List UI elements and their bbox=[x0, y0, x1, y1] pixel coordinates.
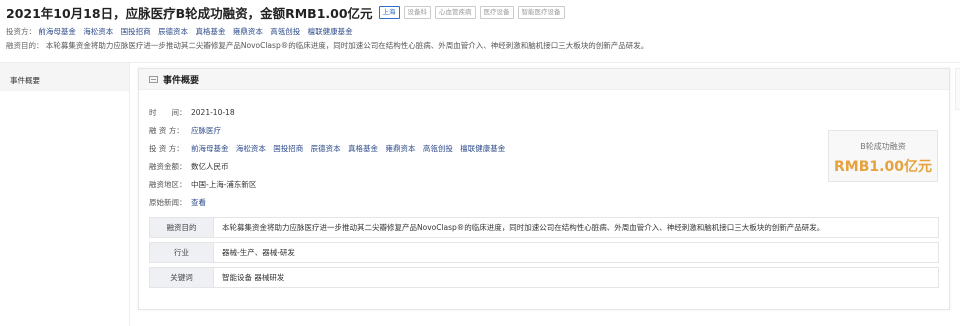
investors-line: 投资方： 前海母基金 海松资本 国投招商 辰德资本 真格基金 雍鼎资本 高瓴创投… bbox=[6, 26, 954, 37]
sidebar: 事件概要 bbox=[0, 63, 130, 326]
table-key: 融资目的 bbox=[150, 218, 214, 237]
detail-row-amount: 融资金额： 数亿人民币 bbox=[149, 157, 510, 175]
card-header: 事件概要 bbox=[139, 69, 949, 90]
purpose-label: 融资目的： bbox=[6, 41, 44, 50]
investor-link[interactable]: 海松资本 bbox=[236, 144, 266, 153]
detail-row-financing-party: 融 资 方： 应脉医疗 bbox=[149, 121, 510, 139]
financing-party-link[interactable]: 应脉医疗 bbox=[191, 125, 221, 136]
tag-industry[interactable]: 医疗设备 bbox=[479, 5, 514, 19]
round-label: B轮成功融资 bbox=[860, 142, 906, 151]
table-row: 关键词 智能设备 器械研发 bbox=[149, 267, 939, 288]
investor-list: 前海母基金 海松资本 国投招商 辰德资本 真格基金 雍鼎资本 高瓴创投 檀联健康… bbox=[191, 143, 510, 154]
detail-row-investors: 投 资 方： 前海母基金 海松资本 国投招商 辰德资本 真格基金 雍鼎资本 高瓴… bbox=[149, 139, 510, 157]
investor-link[interactable]: 辰德资本 bbox=[158, 27, 188, 36]
page-title: 2021年10月18日，应脉医疗B轮成功融资，金额RMB1.00亿元 bbox=[6, 5, 373, 21]
purpose-line: 融资目的： 本轮募集资金将助力应脉医疗进一步推动其二尖瓣修复产品NovoClas… bbox=[6, 40, 954, 51]
investor-link[interactable]: 雍鼎资本 bbox=[233, 27, 263, 36]
card-title: 事件概要 bbox=[163, 75, 200, 86]
investor-link[interactable]: 檀联健康基金 bbox=[460, 144, 505, 153]
investor-link[interactable]: 前海母基金 bbox=[38, 27, 76, 36]
investor-link[interactable]: 国投招商 bbox=[121, 27, 151, 36]
news-view-link[interactable]: 查看 bbox=[191, 197, 206, 208]
investor-link[interactable]: 辰德资本 bbox=[311, 144, 341, 153]
table-row: 行业 器械-生产、器械-研发 bbox=[149, 242, 939, 263]
investor-link[interactable]: 真格基金 bbox=[195, 27, 225, 36]
event-summary-card: 事件概要 时 间： 2021-10-18 融 资 方： 应脉医疗 投 资 方： … bbox=[138, 68, 950, 310]
detail-row-region: 融资地区： 中国-上海-浦东新区 bbox=[149, 175, 510, 193]
table-row: 融资目的 本轮募集资金将助力应脉医疗进一步推动其二尖瓣修复产品NovoClasp… bbox=[149, 217, 939, 238]
event-header: 2021年10月18日，应脉医疗B轮成功融资，金额RMB1.00亿元 上海 设备… bbox=[6, 4, 954, 51]
event-attributes-table: 融资目的 本轮募集资金将助力应脉医疗进一步推动其二尖瓣修复产品NovoClasp… bbox=[149, 217, 939, 292]
investor-link[interactable]: 高瓴创投 bbox=[270, 27, 300, 36]
time-label: 时 间： bbox=[149, 107, 187, 117]
detail-row-news: 原始新闻： 查看 bbox=[149, 193, 510, 211]
news-label: 原始新闻： bbox=[149, 197, 187, 207]
investors-label: 投资方： bbox=[6, 27, 36, 36]
investor-link[interactable]: 檀联健康基金 bbox=[308, 27, 353, 36]
detail-row-time: 时 间： 2021-10-18 bbox=[149, 103, 510, 121]
region-value: 中国-上海-浦东新区 bbox=[191, 179, 257, 189]
investor-link[interactable]: 高瓴创投 bbox=[423, 144, 453, 153]
table-value: 本轮募集资金将助力应脉医疗进一步推动其二尖瓣修复产品NovoClasp®的临床进… bbox=[222, 223, 825, 232]
region-label: 融资地区： bbox=[149, 179, 187, 189]
header-divider bbox=[0, 62, 960, 63]
investor-link[interactable]: 前海母基金 bbox=[191, 144, 229, 153]
right-side-panel-edge bbox=[955, 68, 960, 110]
round-amount-box: B轮成功融资 RMB1.00亿元 bbox=[828, 130, 938, 182]
document-icon bbox=[149, 75, 158, 83]
table-value: 器械-生产、器械-研发 bbox=[222, 248, 295, 257]
tag-department[interactable]: 设备科 bbox=[403, 5, 432, 19]
title-row: 2021年10月18日，应脉医疗B轮成功融资，金额RMB1.00亿元 上海 设备… bbox=[6, 4, 954, 21]
tag-location[interactable]: 上海 bbox=[378, 5, 400, 19]
purpose-text: 本轮募集资金将助力应脉医疗进一步推动其二尖瓣修复产品NovoClasp®的临床进… bbox=[45, 41, 649, 50]
tag-disease[interactable]: 心血管疾病 bbox=[435, 5, 476, 19]
investor-label: 投 资 方： bbox=[149, 143, 184, 153]
table-key: 关键词 bbox=[150, 268, 214, 287]
tag-subindustry[interactable]: 智能医疗设备 bbox=[517, 5, 565, 19]
sidebar-item-event-summary[interactable]: 事件概要 bbox=[0, 63, 129, 91]
amount-label: 融资金额： bbox=[149, 161, 187, 171]
investor-link[interactable]: 真格基金 bbox=[348, 144, 378, 153]
investor-link[interactable]: 雍鼎资本 bbox=[385, 144, 415, 153]
investor-link[interactable]: 海松资本 bbox=[83, 27, 113, 36]
event-details: 时 间： 2021-10-18 融 资 方： 应脉医疗 投 资 方： 前海母基金… bbox=[149, 103, 510, 211]
table-value: 智能设备 器械研发 bbox=[222, 273, 285, 282]
round-amount: RMB1.00亿元 bbox=[834, 159, 932, 175]
investor-link[interactable]: 国投招商 bbox=[273, 144, 303, 153]
table-key: 行业 bbox=[150, 243, 214, 262]
time-value: 2021-10-18 bbox=[191, 107, 235, 117]
financing-party-label: 融 资 方： bbox=[149, 125, 184, 135]
amount-text: 数亿人民币 bbox=[191, 161, 229, 171]
